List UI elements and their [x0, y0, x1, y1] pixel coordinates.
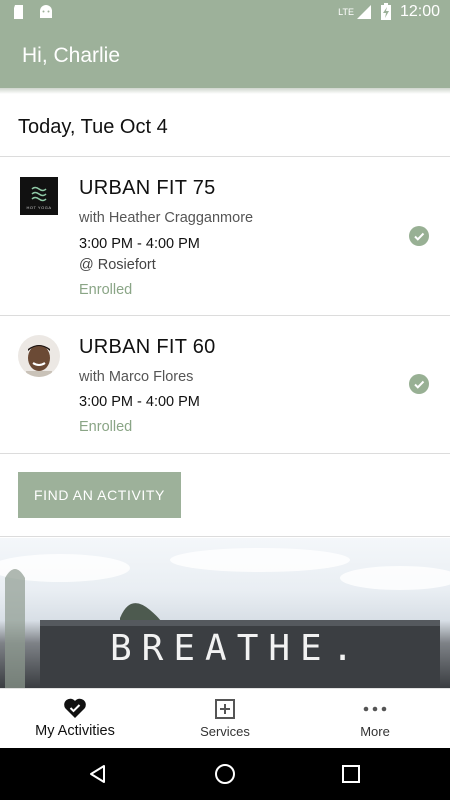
divider	[0, 536, 450, 537]
find-activity-button[interactable]: FIND AN ACTIVITY	[18, 472, 181, 518]
nav-services[interactable]: Services	[150, 689, 300, 749]
sd-card-icon	[14, 5, 23, 19]
activity-location: @ Rosiefort	[79, 257, 156, 273]
plus-square-icon	[215, 699, 235, 719]
logo-text: HOT YOGA	[26, 205, 52, 210]
status-time: 12:00	[399, 3, 440, 20]
battery-icon	[380, 3, 391, 20]
more-dots-icon	[363, 706, 387, 712]
home-icon[interactable]	[214, 763, 236, 785]
back-icon[interactable]	[88, 764, 108, 784]
nav-label: My Activities	[35, 723, 115, 739]
activity-time: 3:00 PM - 4:00 PM	[79, 236, 200, 252]
activity-title: URBAN FIT 60	[79, 336, 216, 358]
android-icon	[40, 5, 52, 18]
nav-label: Services	[200, 724, 250, 739]
nav-my-activities[interactable]: My Activities	[0, 689, 150, 749]
enrolled-check-icon	[409, 374, 429, 394]
enrolled-check-icon	[409, 226, 429, 246]
activity-time: 3:00 PM - 4:00 PM	[79, 394, 200, 410]
nav-label: More	[360, 724, 390, 739]
app-bar-shadow	[0, 88, 450, 94]
divider	[0, 453, 450, 454]
status-bar: LTE 12:00	[0, 0, 450, 26]
activity-title: URBAN FIT 75	[79, 177, 216, 199]
hot-yoga-logo: HOT YOGA	[20, 177, 58, 215]
banner-text: BREATHE.	[110, 628, 364, 669]
breathe-banner-image: BREATHE.	[0, 538, 450, 688]
activity-card-urban-fit-60[interactable]: URBAN FIT 60 with Marco Flores 3:00 PM -…	[0, 316, 450, 453]
bottom-navigation: My Activities Services More	[0, 688, 450, 749]
signal-icon	[356, 5, 371, 19]
activity-instructor: with Marco Flores	[79, 369, 194, 385]
greeting-title: Hi, Charlie	[22, 44, 121, 67]
date-heading: Today, Tue Oct 4	[18, 116, 168, 138]
enrolled-status: Enrolled	[79, 282, 133, 298]
instructor-avatar	[18, 335, 60, 377]
heart-check-icon	[64, 698, 86, 718]
nav-more[interactable]: More	[300, 689, 450, 749]
activity-card-urban-fit-75[interactable]: HOT YOGA URBAN FIT 75 with Heather Cragg…	[0, 157, 450, 315]
network-label: LTE	[338, 7, 354, 17]
enrolled-status: Enrolled	[79, 419, 133, 435]
app-bar: Hi, Charlie	[0, 26, 450, 88]
activity-instructor: with Heather Cragganmore	[79, 210, 254, 226]
system-navigation-bar	[0, 748, 450, 800]
recents-icon[interactable]	[342, 765, 360, 783]
